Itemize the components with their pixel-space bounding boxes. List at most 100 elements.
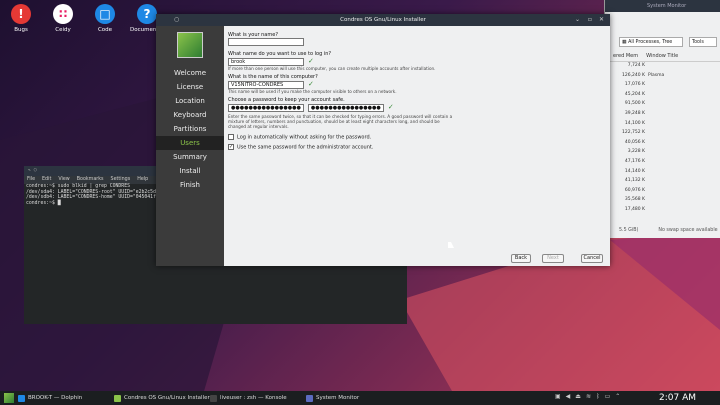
- process-row[interactable]: 17,480 K: [605, 207, 720, 218]
- system-tray: ▣◀⏏≋ᛒ▭⌃: [555, 393, 625, 400]
- step-keyboard: Keyboard: [173, 111, 207, 119]
- process-memory: 126,240 K: [622, 72, 645, 78]
- close-icon[interactable]: ✕: [599, 14, 604, 26]
- sysmon-tools-button[interactable]: Tools: [689, 37, 717, 47]
- autologin-option[interactable]: Log in automatically without asking for …: [228, 134, 606, 141]
- login-hint: If more than one person will use this co…: [228, 66, 436, 71]
- sysmon-header: ered Mem Window Title: [605, 50, 720, 62]
- desktop-icon-code[interactable]: □ Code: [85, 4, 125, 33]
- app-icon: [210, 395, 217, 402]
- desktop-icon-ceidy[interactable]: ∷ Ceidy: [43, 4, 83, 33]
- step-users: Users: [156, 136, 224, 150]
- task-item-label: BROOK-T — Dolphin: [28, 395, 83, 401]
- menu-view[interactable]: View: [58, 177, 69, 182]
- sysmon-titlebar[interactable]: System Monitor: [605, 0, 720, 12]
- same-password-option[interactable]: ✓ Use the same password for the administr…: [228, 143, 606, 150]
- step-finish: Finish: [180, 181, 200, 189]
- process-memory: 17,076 K: [624, 82, 645, 88]
- minimize-icon[interactable]: ⌄: [575, 14, 580, 26]
- password-confirm-input[interactable]: ●●●●●●●●●●●●●●●●: [307, 104, 384, 112]
- process-memory: 35,568 K: [624, 197, 645, 203]
- step-install: Install: [179, 167, 201, 175]
- process-memory: 7,724 K: [627, 63, 645, 68]
- expand-tray-icon[interactable]: ⌃: [615, 393, 625, 400]
- battery-icon[interactable]: ▭: [605, 393, 616, 400]
- system-monitor-window: System Monitor ▦ All Processes, Tree Too…: [604, 0, 720, 238]
- process-memory: 41,132 K: [624, 178, 645, 184]
- task-item-label: Condres OS Gnu/Linux Installer: [124, 395, 210, 401]
- documentat-icon: ?: [137, 4, 157, 24]
- menu-bookmarks[interactable]: Bookmarks: [77, 177, 104, 182]
- check-icon: ✓: [308, 80, 314, 88]
- konsole-menu-icon[interactable]: ↖: [28, 168, 31, 173]
- process-memory: 17,480 K: [624, 207, 645, 212]
- process-memory: 14,140 K: [624, 168, 645, 174]
- clipboard-icon[interactable]: ▣: [555, 393, 566, 400]
- process-memory: 3,228 K: [627, 149, 645, 155]
- bluetooth-icon[interactable]: ᛒ: [596, 393, 605, 400]
- desktop-icon-label: Bugs: [14, 27, 28, 33]
- step-summary: Summary: [173, 153, 207, 161]
- window-menu-icon[interactable]: ○: [174, 14, 179, 26]
- desktop-icon-label: Code: [97, 27, 113, 33]
- full-name-input[interactable]: [228, 38, 304, 46]
- next-button[interactable]: Next: [542, 254, 564, 263]
- process-memory: 122,752 K: [622, 130, 645, 136]
- desktop-icon-bugs[interactable]: ! Bugs: [1, 4, 41, 33]
- pin-icon[interactable]: ○: [34, 168, 37, 173]
- sysmon-title: System Monitor: [647, 3, 687, 9]
- maximize-icon[interactable]: ▫: [588, 14, 592, 26]
- taskbar: BROOK-T — Dolphin Condres OS Gnu/Linux In…: [0, 391, 720, 405]
- network-icon[interactable]: ≋: [586, 393, 596, 400]
- menu-help[interactable]: Help: [137, 177, 148, 182]
- task-item[interactable]: liveuser : zsh — Konsole: [210, 393, 287, 403]
- check-icon: ✓: [387, 103, 394, 111]
- step-license: License: [176, 83, 204, 91]
- ceidy-icon: ∷: [53, 4, 73, 24]
- process-window-title: Plasma: [648, 72, 665, 78]
- menu-edit[interactable]: Edit: [42, 177, 51, 182]
- condres-logo: [177, 32, 203, 58]
- desktop-icon-label: Ceidy: [55, 27, 71, 33]
- installer-title: Condres OS Gnu/Linux Installer: [340, 17, 426, 23]
- process-memory: 47,176 K: [624, 159, 645, 164]
- task-item[interactable]: System Monitor: [306, 393, 359, 403]
- step-partitions: Partitions: [173, 125, 207, 133]
- check-icon: ✓: [308, 57, 314, 65]
- task-item-label: liveuser : zsh — Konsole: [220, 395, 287, 401]
- menu-file[interactable]: File: [27, 177, 35, 182]
- sysmon-status: 5.5 GiB) No swap space available: [619, 228, 718, 233]
- back-button[interactable]: Back: [511, 254, 531, 263]
- clock[interactable]: 2:07 AM: [659, 391, 696, 405]
- task-item[interactable]: BROOK-T — Dolphin: [18, 393, 82, 403]
- installer-window: ○ Condres OS Gnu/Linux Installer ⌄ ▫ ✕ W…: [156, 14, 610, 266]
- sysmon-filter-select[interactable]: ▦ All Processes, Tree: [619, 37, 683, 47]
- devices-icon[interactable]: ⏏: [575, 393, 586, 400]
- password-input[interactable]: ●●●●●●●●●●●●●●●●: [228, 104, 304, 112]
- computer-hint: This name will be used if you make the c…: [228, 89, 397, 94]
- app-icon: [18, 395, 25, 402]
- same-password-checkbox[interactable]: ✓: [228, 143, 234, 150]
- cancel-button[interactable]: Cancel: [581, 254, 603, 263]
- process-memory: 40,056 K: [624, 139, 645, 145]
- hostname-input[interactable]: V15NITRO-CONDRES: [228, 81, 304, 89]
- process-memory: 39,248 K: [624, 111, 645, 116]
- installer-sidebar: Welcome License Location Keyboard Partitions…: [156, 26, 224, 266]
- mouse-cursor: [448, 242, 454, 248]
- process-memory: 14,100 K: [624, 120, 645, 126]
- app-icon: [306, 395, 313, 402]
- volume-icon[interactable]: ◀: [566, 393, 576, 400]
- installer-titlebar[interactable]: ○ Condres OS Gnu/Linux Installer ⌄ ▫ ✕: [156, 14, 610, 26]
- process-memory: 45,204 K: [624, 91, 645, 97]
- step-welcome: Welcome: [173, 69, 207, 77]
- app-icon: [114, 395, 121, 402]
- task-item-label: System Monitor: [316, 395, 360, 401]
- app-launcher-icon[interactable]: [4, 393, 14, 403]
- process-memory: 91,500 K: [624, 101, 645, 107]
- users-form: What is your name? What name do you want…: [228, 30, 606, 150]
- login-input[interactable]: brook: [228, 58, 304, 66]
- task-item[interactable]: Condres OS Gnu/Linux Installer: [114, 393, 210, 403]
- autologin-checkbox[interactable]: [228, 134, 234, 140]
- menu-settings[interactable]: Settings: [111, 177, 131, 182]
- password-hint: Enter the same password twice, so that i…: [228, 114, 453, 129]
